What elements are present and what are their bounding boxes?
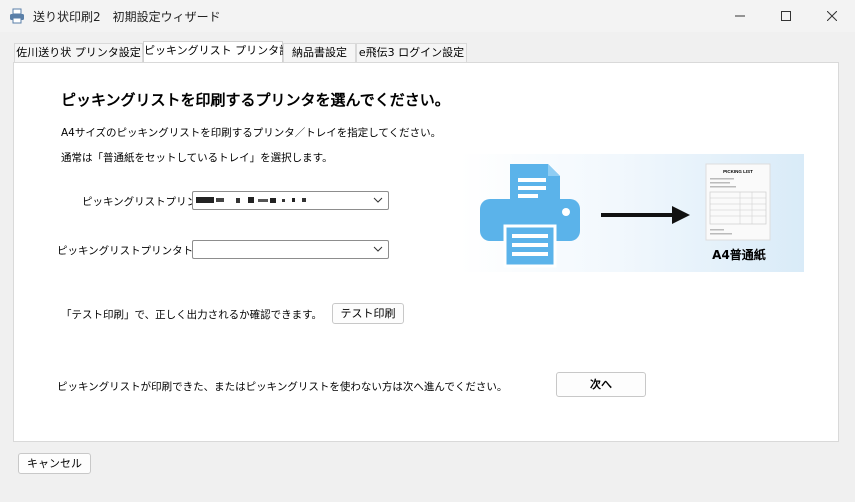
printer-illustration: PICKING LIST A4普通紙 (460, 154, 804, 272)
tab-ehiden3-login[interactable]: e飛伝3 ログイン設定 (356, 43, 467, 62)
cancel-button[interactable]: キャンセル (18, 453, 91, 474)
maximize-button[interactable] (763, 0, 809, 32)
maximize-icon (781, 11, 791, 21)
next-button[interactable]: 次へ (556, 372, 646, 397)
description-line-2: 通常は「普通紙をセットしているトレイ」を選択します。 (61, 152, 333, 164)
printer-icon (10, 8, 24, 24)
test-print-note: 「テスト印刷」で、正しく出力されるか確認できます。 (61, 309, 323, 321)
test-print-button[interactable]: テスト印刷 (332, 303, 404, 324)
printer-to-paper-graphic: PICKING LIST A4普通紙 (480, 163, 771, 268)
arrow-right-icon (601, 206, 690, 224)
close-button[interactable] (809, 0, 855, 32)
title-bar: 送り状印刷2 初期設定ウィザード (0, 0, 855, 32)
paper-label: A4普通紙 (712, 247, 766, 262)
tab-delivery-note[interactable]: 納品書設定 (283, 43, 356, 62)
tab-picking-list-printer[interactable]: ピッキングリスト プリンタ設定 (143, 41, 301, 62)
page-title: ピッキングリストを印刷するプリンタを選んでください。 (61, 91, 450, 109)
tab-panel: ピッキングリストを印刷するプリンタを選んでください。 A4サイズのピッキングリス… (13, 62, 839, 442)
printer-label: ピッキングリストプリンタ (82, 196, 208, 208)
document-icon: PICKING LIST (705, 163, 771, 241)
minimize-icon (735, 15, 745, 17)
chevron-down-icon (373, 197, 383, 203)
printer-select[interactable] (192, 191, 389, 210)
tray-select[interactable] (192, 240, 389, 259)
tray-label: ピッキングリストプリンタトレイ (57, 245, 215, 257)
chevron-down-icon (373, 246, 383, 252)
next-note: ピッキングリストが印刷できた、またはピッキングリストを使わない方は次へ進んでくだ… (57, 381, 508, 393)
minimize-button[interactable] (717, 0, 763, 32)
description-line-1: A4サイズのピッキングリストを印刷するプリンタ／トレイを指定してください。 (61, 127, 442, 139)
sheet-title: PICKING LIST (723, 169, 753, 174)
close-icon (827, 11, 837, 21)
tab-sagawa-printer[interactable]: 佐川送り状 プリンタ設定 (14, 43, 143, 62)
redacted-printer-name (196, 197, 306, 203)
printer-icon (480, 164, 580, 268)
window-title: 送り状印刷2 初期設定ウィザード (33, 10, 221, 24)
